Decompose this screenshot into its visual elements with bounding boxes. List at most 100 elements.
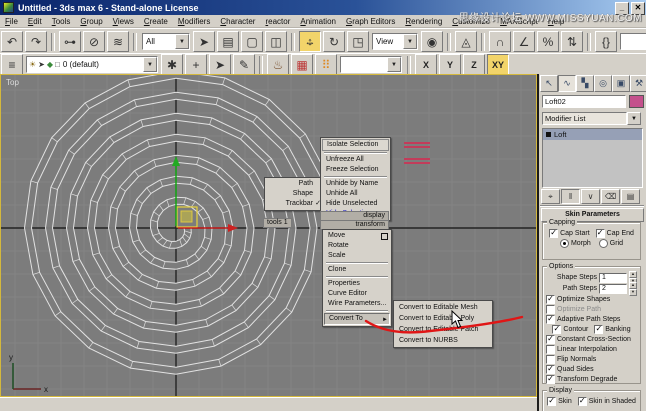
reference-coordinate-dropdown[interactable]: View▼ [372,33,418,50]
menu-edit[interactable]: Edit [23,17,47,26]
spinner-field[interactable]: 2 [599,284,627,294]
checkbox-flip-normals[interactable]: Flip Normals [546,355,596,364]
checkbox-transform-degrade[interactable]: ✓Transform Degrade [546,375,617,384]
menu-item-convert-to-nurbs[interactable]: Convert to NURBS [395,335,491,346]
checkbox-icon[interactable] [546,355,555,364]
quick-render-icon[interactable]: ⠿ [315,54,337,75]
pin-stack-icon[interactable]: ⌖ [541,189,560,204]
menu-create[interactable]: Create [139,17,173,26]
checkbox-icon[interactable] [546,345,555,354]
spinner-up-icon[interactable]: ▲ [629,271,637,278]
checkbox-icon[interactable]: ✓ [596,229,605,238]
menu-group[interactable]: Group [75,17,107,26]
object-color-swatch[interactable] [629,95,644,108]
selection-filter-dropdown[interactable]: All▼ [142,33,190,50]
menu-item-convert-to-editable-patch[interactable]: Convert to Editable Patch [395,324,491,335]
tab-modify[interactable]: ∿ [558,75,576,92]
render-scene-icon[interactable]: ♨ [267,54,289,75]
tab-hierarchy[interactable]: ▚ [576,75,594,92]
modifier-list-dropdown[interactable]: Modifier List ▼ [542,112,641,125]
named-selection-sets-dropdown[interactable]: ▼ [620,33,646,50]
checkbox-icon[interactable]: ✓ [549,229,558,238]
create-new-layer-icon[interactable]: ✱ [161,54,183,75]
checkbox-icon[interactable]: ✓ [546,295,555,304]
checkbox-cap-start[interactable]: ✓Cap Start [549,229,590,238]
select-and-move-icon[interactable]: ↔↕ [299,31,321,52]
spinner-field[interactable]: 1 [599,273,627,283]
chevron-down-icon[interactable]: ▼ [143,57,157,72]
spinner-down-icon[interactable]: ▼ [629,289,637,296]
object-name-field[interactable]: Loft02 [542,95,626,108]
menu-item-isolate-selection[interactable]: Isolate Selection [322,139,389,151]
show-end-result-icon[interactable]: ‖ [561,189,580,204]
radio-icon[interactable] [599,239,608,248]
settings-box-icon[interactable] [381,233,388,240]
make-unique-icon[interactable]: ∨ [581,189,600,204]
radio-morph[interactable]: Morph [560,239,591,248]
window-crossing-icon[interactable]: ◫ [265,31,287,52]
snap-toggle-icon[interactable]: ∩ [489,31,511,52]
menu-item-curve-editor[interactable]: Curve Editor [324,289,390,299]
axis-x-button[interactable]: X [415,54,437,75]
axis-y-button[interactable]: Y [439,54,461,75]
checkbox-optimize-path[interactable]: Optimize Path [546,305,601,314]
menu-animation[interactable]: Animation [295,17,341,26]
select-object-icon[interactable]: ➤ [193,31,215,52]
checkbox-optimize-shapes[interactable]: ✓Optimize Shapes [546,295,610,304]
unlink-selection-icon[interactable]: ⊘ [83,31,105,52]
menu-item-rotate[interactable]: Rotate [324,241,390,251]
checkbox-skin[interactable]: ✓Skin [547,397,572,406]
menu-item-wire-parameters-[interactable]: Wire Parameters... [324,299,390,309]
checkbox-icon[interactable]: ✓ [546,365,555,374]
select-and-manipulate-icon[interactable]: ◬ [455,31,477,52]
chevron-down-icon[interactable]: ▼ [387,57,401,72]
tab-create[interactable]: ↖ [540,75,558,92]
radio-grid[interactable]: Grid [599,239,623,248]
select-and-scale-icon[interactable]: ◳ [347,31,369,52]
checkbox-linear-interpolation[interactable]: Linear Interpolation [546,345,617,354]
tab-utilities[interactable]: ⚒ [630,75,646,92]
menu-item-unhide-all[interactable]: Unhide All [322,189,389,199]
checkbox-banking[interactable]: ✓Banking [594,325,630,334]
axis-z-button[interactable]: Z [463,54,485,75]
menu-item-freeze-selection[interactable]: Freeze Selection [322,165,389,175]
select-by-name-icon[interactable]: ▤ [217,31,239,52]
menu-item-trackbar[interactable]: Trackbar✓ [266,199,322,209]
select-and-rotate-icon[interactable]: ↻ [323,31,345,52]
menu-file[interactable]: File [0,17,23,26]
checkbox-icon[interactable]: ✓ [578,397,587,406]
menu-item-shape[interactable]: Shape [266,189,322,199]
checkbox-skin-in-shaded[interactable]: ✓Skin in Shaded [578,397,636,406]
menu-item-convert-to-editable-poly[interactable]: Convert to Editable Poly [395,313,491,324]
menu-item-path[interactable]: Path [266,179,322,189]
undo-icon[interactable]: ↶ [1,31,23,52]
menu-item-convert-to-editable-mesh[interactable]: Convert to Editable Mesh [395,302,491,313]
spinner-up-icon[interactable]: ▲ [629,282,637,289]
stack-item-loft[interactable]: Loft [543,129,642,140]
tab-motion[interactable]: ◎ [594,75,612,92]
menu-reactor[interactable]: reactor [260,17,295,26]
checkbox-icon[interactable]: ✓ [546,315,555,324]
menu-views[interactable]: Views [108,17,139,26]
chevron-down-icon[interactable]: ▼ [627,112,641,125]
rectangular-selection-region-icon[interactable]: ▢ [241,31,263,52]
menu-tools[interactable]: Tools [47,17,76,26]
menu-item-scale[interactable]: Scale [324,251,390,261]
checkbox-icon[interactable]: ✓ [552,325,561,334]
viewport-top[interactable]: Top xy [0,74,537,397]
percent-snap-icon[interactable]: % [537,31,559,52]
configure-modifier-sets-icon[interactable]: ▤ [621,189,640,204]
menu-modifiers[interactable]: Modifiers [173,17,215,26]
checkbox-quad-sides[interactable]: ✓Quad Sides [546,365,594,374]
checkbox-adaptive-path-steps[interactable]: ✓Adaptive Path Steps [546,315,620,324]
set-current-layer-icon[interactable]: ✎ [233,54,255,75]
render-type-icon[interactable]: ▦ [291,54,313,75]
checkbox-icon[interactable]: ✓ [547,397,556,406]
remove-modifier-icon[interactable]: ⌫ [601,189,620,204]
spinner-snap-icon[interactable]: ⇅ [561,31,583,52]
menu-item-properties[interactable]: Properties [324,279,390,289]
checkbox-constant-cross-section[interactable]: ✓Constant Cross-Section [546,335,631,344]
render-preset-dropdown[interactable]: ▼ [340,56,402,73]
checkbox-icon[interactable]: ✓ [594,325,603,334]
tab-display[interactable]: ▣ [612,75,630,92]
